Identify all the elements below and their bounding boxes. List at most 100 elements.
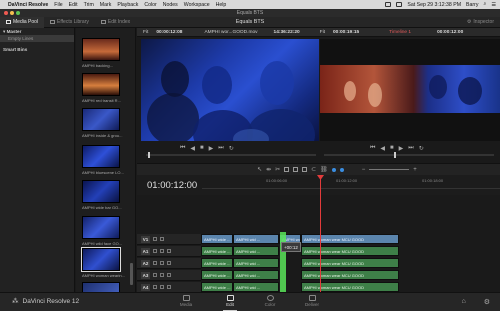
mute-icon[interactable] [167,273,171,277]
selection-tool-icon[interactable]: ↖ [257,166,262,173]
audio-clip[interactable]: AMPHI wid ... [233,282,279,292]
play-reverse-icon[interactable]: ◀ [380,145,385,152]
audio-clip[interactable]: AMPHI wid ... [233,246,279,256]
clip-thumbnail[interactable] [82,216,120,239]
audio-clip[interactable]: AMPHI wide ... [201,258,233,268]
play-reverse-icon[interactable]: ◀ [190,145,195,152]
lock-icon[interactable] [153,249,157,253]
track-header-a3[interactable]: A3 [137,270,201,281]
timeline-current-timecode[interactable]: 01:00:12:00 [147,180,197,191]
wifi-icon[interactable] [385,2,392,7]
solo-icon[interactable] [160,261,164,265]
jump-start-icon[interactable]: ⏮ [370,145,375,152]
stop-icon[interactable]: ■ [390,145,394,151]
audio-clip[interactable]: AMPHI wid ... [233,270,279,280]
replace-clip-icon[interactable] [302,167,308,172]
zoom-in-icon[interactable]: + [413,167,417,173]
source-zoom[interactable]: Fit [143,30,148,35]
audio-clip[interactable]: AMPHI wide ... [201,246,233,256]
audio-clip[interactable]: AMPHI woman wear MCU GOOD [301,282,399,292]
page-tab-deliver[interactable]: Deliver [298,295,326,307]
solo-icon[interactable] [160,285,164,289]
link-icon[interactable]: ⛓ [320,166,328,173]
timeline-name[interactable]: Timeline 1 [389,30,411,35]
audio-clip[interactable]: AMPHI wide ... [201,270,233,280]
lock-icon[interactable] [153,237,157,241]
app-menu[interactable]: DaVinci Resolve [8,2,48,8]
page-tab-edit[interactable]: Edit [216,295,244,311]
close-window-icon[interactable] [4,11,8,15]
video-clip[interactable]: AMPHI wide ... [201,234,233,244]
play-icon[interactable]: ▶ [209,145,214,152]
timeline-scrubber[interactable] [324,152,494,158]
source-clip-name[interactable]: AMPHI wor...GOOD.mov [204,30,257,35]
menu-nodes[interactable]: Nodes [163,2,178,8]
zoom-slider[interactable] [369,169,410,170]
eye-icon[interactable] [160,237,164,241]
mute-icon[interactable] [167,285,171,289]
home-icon[interactable]: ⌂ [461,298,465,306]
timeline-zoom[interactable]: Fit [320,30,325,35]
jump-start-icon[interactable]: ⏮ [180,145,185,152]
menu-mark[interactable]: Mark [100,2,112,8]
audio-clip[interactable]: AMPHI woman wear MCU GOOD [301,258,399,268]
insert-clip-icon[interactable] [284,167,290,172]
clip-thumbnail[interactable] [82,73,120,96]
tab-edit-index[interactable]: Edit Index [95,17,136,28]
clip-thumbnail[interactable] [82,38,120,61]
clip-thumbnail[interactable] [82,180,120,203]
timeline-ruler[interactable]: 01:00:06:00 01:00:12:00 01:00:18:00 [202,175,500,189]
menubar-clock[interactable]: Sat Sep 29 3:12:38 PM [407,2,461,8]
track-header-a2[interactable]: A2 [137,258,201,269]
inspector-button[interactable]: ⚙ Inspector [467,17,494,28]
play-icon[interactable]: ▶ [399,145,404,152]
snapping-icon[interactable]: ⊂ [311,166,316,173]
menu-workspace[interactable]: Workspace [184,2,210,8]
bin-empty-lines[interactable]: Empty Lines [0,35,74,42]
video-clip[interactable]: AMPHI wid ... [233,234,279,244]
list-icon[interactable]: ☰ [491,2,496,8]
clip-thumbnail[interactable] [82,145,120,168]
menu-help[interactable]: Help [216,2,227,8]
media-pool-scrollbar[interactable] [130,263,133,285]
lock-icon[interactable] [153,285,157,289]
menu-color[interactable]: Color [144,2,156,8]
stop-icon[interactable]: ■ [200,145,204,151]
mute-icon[interactable] [167,249,171,253]
menu-edit[interactable]: Edit [69,2,78,8]
video-clip[interactable]: AMPHI woman wear MCU GOOD [301,234,399,244]
overwrite-clip-icon[interactable] [293,167,299,172]
zoom-out-icon[interactable]: − [362,167,366,173]
jump-end-icon[interactable]: ⏭ [408,145,413,152]
zoom-window-icon[interactable] [16,11,20,15]
menu-trim[interactable]: Trim [84,2,94,8]
marker-color-icon[interactable] [339,167,344,172]
solo-icon[interactable] [160,249,164,253]
audio-clip[interactable]: AMPHI wid ... [233,258,279,268]
tab-media-pool[interactable]: Media Pool [0,16,45,28]
loop-icon[interactable]: ↻ [419,145,424,152]
clip-thumbnail[interactable] [82,108,120,131]
source-viewer[interactable] [141,39,319,141]
menubar-user[interactable]: Barry [466,2,478,8]
audio-clip[interactable]: AMPHI woman wear MCU GOOD [301,246,399,256]
jump-end-icon[interactable]: ⏭ [218,145,223,152]
clip-thumbnail[interactable] [81,247,121,272]
menu-playback[interactable]: Playback [117,2,138,8]
search-icon[interactable]: ⌕ [483,1,486,8]
tab-effects-library[interactable]: Effects Library [44,17,95,28]
timeline-viewer[interactable] [320,39,500,141]
bin-master[interactable]: ▾ Master [0,28,74,35]
bin-smart-bins[interactable]: Smart Bins [0,46,74,53]
mute-icon[interactable] [167,261,171,265]
loop-icon[interactable]: ↻ [229,145,234,152]
menu-file[interactable]: File [54,2,62,8]
page-tab-media[interactable]: Media [172,295,200,307]
solo-icon[interactable] [160,273,164,277]
source-scrubber[interactable] [146,152,316,158]
timeline-scrub-handle[interactable] [394,152,396,158]
playhead-line[interactable] [320,175,321,293]
track-header-v1[interactable]: V1 [137,234,201,245]
track-header-a1[interactable]: A1 [137,246,201,257]
audio-clip[interactable]: AMPHI wide ... [201,282,233,292]
